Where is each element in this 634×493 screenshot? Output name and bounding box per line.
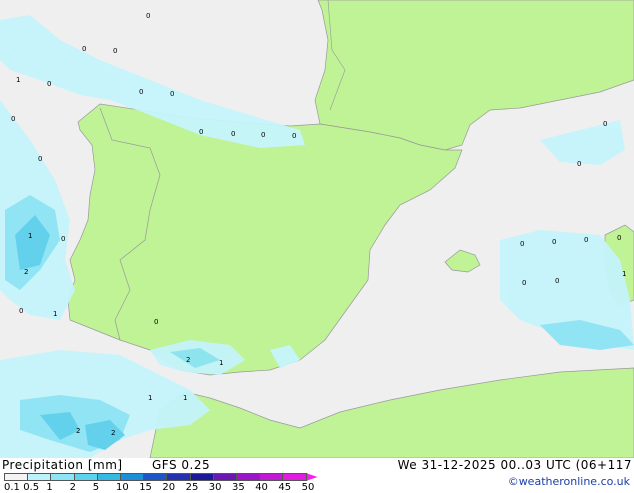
legend-swatch [143,473,168,481]
value-label: 2 [76,427,80,435]
model-name: GFS 0.25 [152,458,211,472]
legend-tick-label: 25 [185,482,199,493]
value-label: 0 [603,120,607,128]
value-label: 0 [261,131,265,139]
legend-tick-label: 20 [162,482,176,493]
value-label: 0 [617,234,621,242]
legend-swatch [259,473,284,481]
value-label: 1 [53,310,57,318]
value-label: 1 [219,359,223,367]
legend-swatch [189,473,214,481]
value-label: 0 [555,277,559,285]
legend-swatch [282,473,307,481]
legend-swatch [212,473,237,481]
value-label: 0 [11,115,15,123]
value-label: 2 [111,429,115,437]
value-label: 0 [552,238,556,246]
value-label: 0 [82,45,86,53]
map-title: Precipitation [mm] [2,458,123,472]
value-label: 1 [183,394,187,402]
value-label: 0 [170,90,174,98]
value-label: 0 [19,307,23,315]
value-label: 1 [16,76,20,84]
value-label: 2 [24,268,28,276]
value-label: 0 [113,47,117,55]
value-label: 0 [38,155,42,163]
legend-swatch [96,473,121,481]
value-label: 2 [186,356,190,364]
legend-tick-label: 0.1 [4,482,20,493]
value-label: 1 [622,270,626,278]
value-label: 0 [520,240,524,248]
legend-swatch [166,473,191,481]
legend-tick-label: 5 [92,482,100,493]
legend-tick-label: 30 [208,482,222,493]
precipitation-map[interactable]: 0 0 0 0 0 0 0 0 0 0 0 0 0 0 0 0 0 0 0 0 … [0,0,634,459]
value-label: 0 [231,130,235,138]
value-label: 0 [154,318,158,326]
legend-tick-label: 15 [139,482,152,493]
value-label: 0 [522,279,526,287]
legend-swatch [305,473,318,481]
legend-swatch [73,473,98,481]
legend-tick-label: 35 [232,482,245,493]
value-label: 1 [28,232,32,240]
legend-swatch [4,473,29,481]
value-label: 0 [292,132,296,140]
legend-tick-label: 0.5 [23,482,40,493]
value-label: 1 [148,394,152,402]
value-label: 0 [584,236,588,244]
credit-link[interactable]: ©weatheronline.co.uk [508,475,630,488]
value-label: 0 [61,235,65,243]
value-label: 0 [47,80,51,88]
map-footer: Precipitation [mm] GFS 0.25 We 31-12-202… [0,458,634,493]
value-label: 0 [577,160,581,168]
forecast-datetime: We 31-12-2025 00..03 UTC (06+117 [397,458,632,472]
legend-tick-label: 50 [301,482,315,493]
legend-swatch [120,473,145,481]
legend-tick-label: 2 [69,482,76,493]
value-label: 0 [146,12,150,20]
legend-tick-label: 1 [46,482,53,493]
legend-tick-label: 40 [255,482,268,493]
value-label: 0 [199,128,203,136]
legend-swatch [50,473,75,481]
legend-swatch [236,473,261,481]
value-label: 0 [139,88,143,96]
legend-tick-label: 10 [116,482,129,493]
legend-swatch [27,473,52,481]
legend-tick-label: 45 [278,482,292,493]
